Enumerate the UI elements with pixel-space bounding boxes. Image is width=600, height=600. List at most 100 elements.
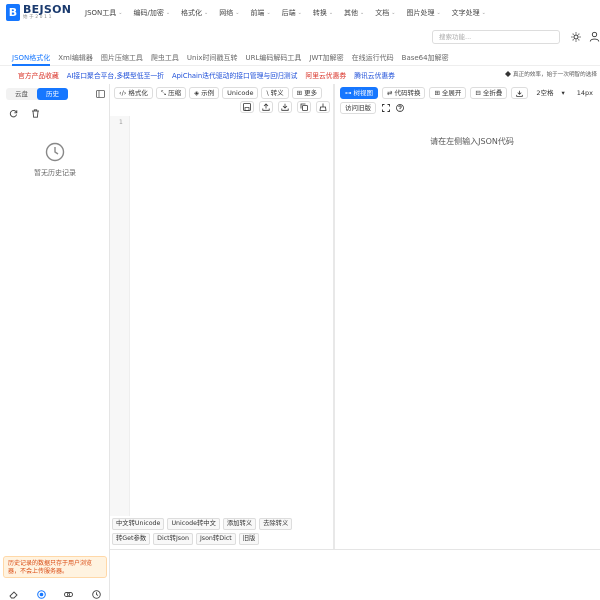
- tab-url-encode[interactable]: URL编码解码工具: [245, 50, 301, 66]
- format-button[interactable]: ‹/› 格式化: [114, 87, 153, 99]
- tab-run-code[interactable]: 在线运行代码: [352, 50, 394, 66]
- minus-square-icon: ⊟: [475, 89, 481, 97]
- result-toolbar-secondary: 访问旧版: [340, 102, 404, 114]
- swap-icon: ⇄: [387, 89, 393, 97]
- nav-network[interactable]: 网络 ⌄: [219, 8, 239, 18]
- promo-link[interactable]: 官方产品收藏: [18, 70, 59, 80]
- trash-icon[interactable]: [31, 109, 40, 118]
- convert-tool-button[interactable]: Unicode转中文: [167, 518, 220, 530]
- chevron-down-icon: ⌄: [328, 10, 334, 16]
- escape-button[interactable]: \ 转义: [261, 87, 289, 99]
- chevron-down-icon: ⌄: [165, 10, 171, 16]
- download-button[interactable]: [511, 87, 529, 99]
- link-icon[interactable]: [64, 590, 74, 599]
- layers-icon: ◈: [194, 89, 200, 97]
- tab-xml-editor[interactable]: Xml编辑器: [58, 50, 93, 66]
- help-icon[interactable]: [396, 104, 404, 112]
- download-button[interactable]: [278, 101, 292, 113]
- tab-jwt[interactable]: JWT加解密: [309, 50, 343, 66]
- example-button[interactable]: ◈ 示例: [189, 87, 220, 99]
- logo-mark: B: [6, 4, 20, 21]
- copy-button[interactable]: [297, 101, 311, 113]
- search-input[interactable]: 搜索功能...: [432, 30, 560, 44]
- expand-all-button[interactable]: ⊞ 全展开: [429, 87, 467, 99]
- logo[interactable]: B BEJSON 始于2011: [6, 4, 71, 21]
- compress-button[interactable]: ⤡ 压缩: [155, 87, 187, 99]
- tab-image-compress[interactable]: 图片压缩工具: [101, 50, 143, 66]
- nav-backend[interactable]: 后端 ⌄: [282, 8, 302, 18]
- chevron-down-icon: ⌄: [118, 10, 123, 16]
- nav-text[interactable]: 文字处理 ⌄: [452, 8, 486, 18]
- chevron-down-icon: ⌄: [297, 10, 302, 16]
- fullscreen-icon[interactable]: [382, 104, 390, 112]
- json-editor-panel: ‹/› 格式化 ⤡ 压缩 ◈ 示例 Unicode \ 转义 ⊞ 更多 1 中文转Unic…: [110, 84, 335, 549]
- tool-tabs: JSON格式化 Xml编辑器 图片压缩工具 爬虫工具 Unix时间戳互转 URL…: [0, 50, 600, 66]
- font-size-select[interactable]: 14px▾: [573, 87, 600, 99]
- user-icon[interactable]: [589, 31, 600, 42]
- editor-icon-toolbar: [240, 101, 330, 113]
- promo-link[interactable]: AI接口聚合平台,多模型低至一折: [67, 70, 164, 80]
- nav-image[interactable]: 图片处理 ⌄: [406, 8, 440, 18]
- chevron-down-icon: ⌄: [436, 10, 441, 16]
- convert-tool-button[interactable]: Dict转Json: [153, 533, 193, 545]
- chevron-down-icon: ⌄: [204, 10, 209, 16]
- promo-link[interactable]: 阿里云优惠券: [305, 70, 346, 80]
- nav-convert[interactable]: 转换 ⌄: [313, 8, 333, 18]
- promo-bar: 官方产品收藏 AI接口聚合平台,多模型低至一折 ApiChain迭代驱动的接口管…: [0, 69, 600, 81]
- sidebar-bottom-toolbar: [0, 588, 110, 600]
- nav-frontend[interactable]: 前端 ⌄: [250, 8, 270, 18]
- tab-crawler[interactable]: 爬虫工具: [151, 50, 179, 66]
- chevron-down-icon: ⌄: [391, 10, 396, 16]
- top-navbar: B BEJSON 始于2011 JSON工具 ⌄ 编码/加密 ⌄ 格式化 ⌄ 网络 ⌄ …: [0, 0, 600, 26]
- record-icon[interactable]: [36, 589, 46, 599]
- unicode-button[interactable]: Unicode: [222, 87, 259, 99]
- indent-select[interactable]: 2空格 ▾: [532, 87, 568, 99]
- promo-link[interactable]: 腾讯云优惠券: [354, 70, 395, 80]
- convert-tool-button[interactable]: 旧版: [238, 533, 260, 545]
- line-number: 1: [119, 119, 123, 126]
- upload-icon: [262, 103, 270, 111]
- nav-json-tools[interactable]: JSON工具 ⌄: [85, 8, 122, 18]
- promo-link[interactable]: ApiChain迭代驱动的接口管理与回归测试: [172, 70, 297, 80]
- convert-tool-button[interactable]: 中文转Unicode: [112, 518, 165, 530]
- clear-button[interactable]: [316, 101, 330, 113]
- collapse-all-button[interactable]: ⊟ 全折叠: [470, 87, 508, 99]
- backslash-icon: \: [266, 89, 269, 97]
- sun-icon[interactable]: [571, 32, 581, 42]
- plus-square-icon: ⊞: [434, 89, 440, 97]
- json-input-editor[interactable]: [130, 116, 333, 516]
- convert-tool-button[interactable]: 去除转义: [259, 518, 293, 530]
- upload-button[interactable]: [259, 101, 273, 113]
- convert-tool-button[interactable]: 添加转义: [222, 518, 257, 530]
- save-button[interactable]: [240, 101, 254, 113]
- seg-history[interactable]: 历史: [37, 88, 68, 100]
- history-notice: 历史记录的数据只存于用户浏览器，不会上传服务器。: [3, 556, 107, 578]
- convert-tool-button[interactable]: Json转Dict: [195, 533, 236, 545]
- empty-history-text: 暂无历史记录: [34, 169, 76, 177]
- convert-tool-button[interactable]: 转Get参数: [112, 533, 151, 545]
- code-icon: ‹/›: [119, 89, 127, 97]
- editor-toolbar: ‹/› 格式化 ⤡ 压缩 ◈ 示例 Unicode \ 转义 ⊞ 更多: [114, 87, 323, 99]
- tree-view-button[interactable]: ⊶ 树视图: [340, 87, 378, 99]
- seg-cloud[interactable]: 云盘: [6, 88, 37, 100]
- nav-docs[interactable]: 文档 ⌄: [375, 8, 395, 18]
- code-convert-button[interactable]: ⇄ 代码转换: [382, 87, 426, 99]
- collapse-sidebar-icon[interactable]: [96, 90, 105, 98]
- clock-icon[interactable]: [92, 589, 101, 599]
- tab-unix-timestamp[interactable]: Unix时间戳互转: [187, 50, 238, 66]
- visit-old-version-button[interactable]: 访问旧版: [340, 102, 376, 114]
- result-toolbar: ⊶树视图 ⇄代码转换 ⊞全展开 ⊟全折叠 2空格▾ 14px▾: [340, 87, 600, 99]
- refresh-icon[interactable]: [9, 109, 18, 118]
- tab-json-format[interactable]: JSON格式化: [12, 50, 51, 66]
- promo-tip[interactable]: 真正的效率，始于一次明智的选择: [505, 70, 597, 78]
- nav-format[interactable]: 格式化 ⌄: [181, 8, 208, 18]
- eraser-icon[interactable]: [9, 590, 18, 599]
- more-button[interactable]: ⊞ 更多: [291, 87, 323, 99]
- tab-base64[interactable]: Base64加解密: [402, 50, 449, 66]
- compress-icon: ⤡: [160, 89, 167, 97]
- nav-other[interactable]: 其他 ⌄: [344, 8, 364, 18]
- broom-icon: [319, 103, 327, 111]
- copy-icon: [300, 103, 308, 111]
- nav-encoding[interactable]: 编码/加密 ⌄: [133, 8, 170, 18]
- tree-icon: ⊶: [345, 89, 352, 97]
